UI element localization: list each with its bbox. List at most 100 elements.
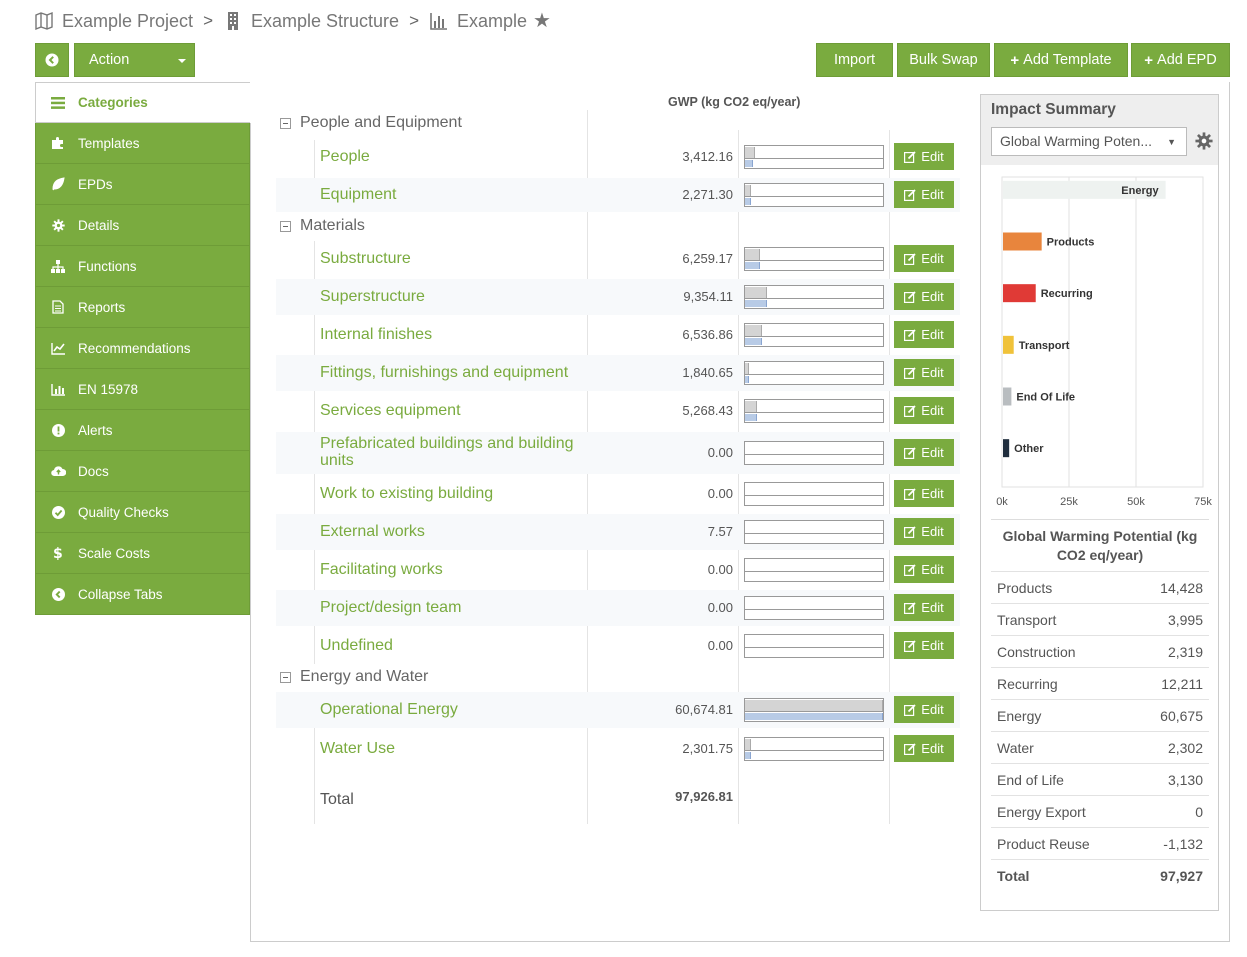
edit-button[interactable]: Edit	[894, 594, 954, 621]
edit-button[interactable]: Edit	[894, 321, 954, 348]
value-bar	[744, 520, 884, 544]
exclamation-icon	[50, 422, 66, 438]
table-row: Substructure 6,259.17 Edit	[276, 241, 960, 277]
table-row: Undefined 0.00 Edit	[276, 628, 960, 664]
edit-button[interactable]: Edit	[894, 632, 954, 659]
add-template-label: Add Template	[1023, 52, 1112, 68]
chart-bar	[1003, 335, 1014, 354]
group-header[interactable]: Materials	[280, 217, 365, 235]
import-button[interactable]: Import	[816, 43, 893, 77]
add-template-button[interactable]: + Add Template	[994, 43, 1128, 77]
impact-row: Energy 60,675	[991, 699, 1209, 731]
action-label: Action	[89, 52, 130, 68]
row-label[interactable]: Work to existing building	[320, 485, 580, 502]
table-row: Project/design team 0.00 Edit	[276, 590, 960, 626]
group-header-label: Energy and Water	[300, 668, 429, 685]
chart-bar	[1003, 232, 1042, 251]
row-label[interactable]: Undefined	[320, 637, 580, 654]
action-dropdown-button[interactable]: Action	[74, 43, 195, 77]
sidebar-item-docs[interactable]: Docs	[35, 451, 250, 492]
edit-icon	[904, 639, 916, 652]
indicator-select[interactable]: Global Warming Poten... ▼	[991, 127, 1187, 156]
sidebar-item-alerts[interactable]: Alerts	[35, 410, 250, 451]
breadcrumb: Example Project > Example Structure > Ex…	[34, 9, 551, 33]
collapse-toggle-icon[interactable]	[280, 220, 291, 232]
table-row: Work to existing building 0.00 Edit	[276, 476, 960, 512]
edit-button[interactable]: Edit	[894, 696, 954, 723]
value-bar-divider	[745, 412, 883, 413]
impact-total-row: Total 97,927	[991, 859, 1209, 891]
edit-button[interactable]: Edit	[894, 518, 954, 545]
chart-bar	[1003, 284, 1036, 303]
bar-chart-icon	[50, 381, 66, 397]
sidebar-item-templates[interactable]: Templates	[35, 123, 250, 164]
edit-button[interactable]: Edit	[894, 359, 954, 386]
collapse-toggle-icon[interactable]	[280, 671, 291, 683]
row-label[interactable]: Prefabricated buildings and building uni…	[320, 435, 585, 469]
sidebar-item-categories[interactable]: Categories	[35, 82, 250, 123]
breadcrumb-project[interactable]: Example Project	[34, 11, 193, 32]
edit-button[interactable]: Edit	[894, 245, 954, 272]
breadcrumb-structure[interactable]: Example Structure	[223, 11, 399, 32]
row-label[interactable]: Superstructure	[320, 288, 580, 305]
sidebar-item-recommendations[interactable]: Recommendations	[35, 328, 250, 369]
gear-icon[interactable]	[1195, 132, 1213, 150]
row-value: 2,271.30	[682, 187, 733, 202]
row-label[interactable]: Operational Energy	[320, 701, 580, 718]
group-header[interactable]: People and Equipment	[280, 114, 462, 132]
sidebar-item-label: EN 15978	[78, 381, 139, 397]
impact-row: End of Life 3,130	[991, 763, 1209, 795]
sidebar-item-quality-checks[interactable]: Quality Checks	[35, 492, 250, 533]
breadcrumb-project-label: Example Project	[62, 10, 194, 31]
edit-button[interactable]: Edit	[894, 143, 954, 170]
sidebar-item-label: Reports	[78, 299, 126, 315]
value-bar	[744, 285, 884, 309]
row-label[interactable]: Services equipment	[320, 402, 580, 419]
value-bar-divider	[745, 495, 883, 496]
edit-label: Edit	[921, 403, 944, 418]
row-value: 7.57	[707, 524, 733, 539]
breadcrumb-page-label: Example	[457, 10, 528, 31]
row-label[interactable]: Facilitating works	[320, 561, 580, 578]
sidebar-item-epds[interactable]: EPDs	[35, 164, 250, 205]
edit-icon	[904, 188, 916, 201]
edit-button[interactable]: Edit	[894, 735, 954, 762]
column-header-gwp: GWP (kg CO2 eq/year)	[668, 95, 801, 109]
value-bar-divider	[745, 750, 883, 751]
edit-label: Edit	[921, 702, 944, 717]
add-epd-button[interactable]: + Add EPD	[1131, 43, 1230, 77]
sidebar-item-en-15978[interactable]: EN 15978	[35, 369, 250, 410]
row-label[interactable]: Substructure	[320, 250, 580, 267]
row-label[interactable]: Equipment	[320, 186, 580, 203]
value-bar	[744, 737, 884, 761]
bulk-swap-button[interactable]: Bulk Swap	[897, 43, 990, 77]
edit-button[interactable]: Edit	[894, 283, 954, 310]
sidebar-item-details[interactable]: Details	[35, 205, 250, 246]
row-label[interactable]: Internal finishes	[320, 326, 580, 343]
group-header[interactable]: Energy and Water	[280, 668, 428, 686]
row-label[interactable]: Project/design team	[320, 599, 580, 616]
sidebar-item-scale-costs[interactable]: $ Scale Costs	[35, 533, 250, 574]
row-label[interactable]: People	[320, 148, 580, 165]
collapse-toggle-icon[interactable]	[280, 117, 291, 129]
value-bar-fill	[745, 325, 762, 336]
edit-button[interactable]: Edit	[894, 480, 954, 507]
value-bar-fill-secondary	[745, 376, 749, 383]
edit-button[interactable]: Edit	[894, 556, 954, 583]
value-bar-fill	[745, 147, 755, 158]
sidebar-item-collapse-tabs[interactable]: Collapse Tabs	[35, 574, 250, 615]
list-icon	[50, 95, 66, 111]
sidebar-item-functions[interactable]: Functions	[35, 246, 250, 287]
star-icon[interactable]: ★	[533, 11, 551, 31]
row-label[interactable]: Fittings, furnishings and equipment	[320, 364, 580, 381]
row-label[interactable]: External works	[320, 523, 580, 540]
edit-button[interactable]: Edit	[894, 397, 954, 424]
row-label[interactable]: Water Use	[320, 740, 580, 757]
back-button[interactable]	[35, 43, 69, 77]
sidebar-item-label: Docs	[78, 463, 109, 479]
edit-button[interactable]: Edit	[894, 439, 954, 466]
sidebar-item-reports[interactable]: Reports	[35, 287, 250, 328]
sidebar-item-label: Categories	[78, 95, 148, 110]
impact-row: Construction 2,319	[991, 635, 1209, 667]
edit-button[interactable]: Edit	[894, 181, 954, 208]
